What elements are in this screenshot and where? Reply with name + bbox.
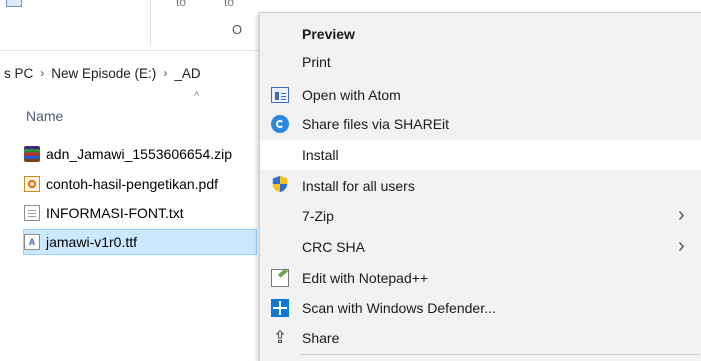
chevron-right-icon[interactable]: › — [37, 66, 47, 80]
breadcrumb-this-pc[interactable]: s PC — [0, 66, 37, 81]
menu-item-label: CRC SHA — [302, 239, 366, 255]
menu-item-install-all-users[interactable]: Install for all users — [260, 171, 701, 201]
atom-icon — [271, 87, 289, 103]
pdf-icon — [24, 176, 40, 192]
ribbon-cut-label[interactable]: to — [224, 0, 234, 10]
menu-separator — [300, 354, 700, 355]
notepad-plus-plus-icon — [271, 269, 289, 287]
ribbon-button-icon[interactable] — [6, 0, 22, 7]
menu-item-label: Preview — [302, 26, 355, 42]
menu-item-label: Install for all users — [302, 178, 415, 194]
menu-item-scan-defender[interactable]: Scan with Windows Defender... — [260, 293, 701, 323]
menu-item-share[interactable]: ⇪ Share — [260, 323, 701, 353]
menu-item-crc-sha[interactable]: CRC SHA › — [260, 232, 701, 262]
chevron-right-icon[interactable]: › — [160, 66, 170, 80]
menu-item-share-via-shareit[interactable]: Share files via SHAREit — [260, 109, 701, 139]
text-file-icon — [24, 205, 40, 221]
menu-item-label: Share files via SHAREit — [302, 116, 450, 132]
menu-item-label: Edit with Notepad++ — [302, 270, 429, 286]
file-row-zip[interactable]: adn_Jamawi_1553606654.zip — [24, 142, 264, 166]
ribbon-divider — [150, 0, 151, 46]
context-menu: Preview Print Open with Atom Share files… — [259, 12, 701, 361]
font-file-icon: A — [24, 234, 40, 250]
file-name: INFORMASI-FONT.txt — [46, 205, 184, 221]
breadcrumb[interactable]: s PC › New Episode (E:) › _AD — [0, 62, 270, 84]
ribbon-cut-label[interactable]: to — [176, 0, 186, 10]
windows-defender-icon — [271, 299, 289, 317]
ribbon-group-label: O — [232, 22, 243, 37]
breadcrumb-folder[interactable]: _AD — [170, 66, 204, 81]
file-row-pdf[interactable]: contoh-hasil-pengetikan.pdf — [24, 172, 264, 196]
file-name: contoh-hasil-pengetikan.pdf — [46, 176, 219, 192]
shareit-icon — [271, 115, 289, 133]
menu-item-preview[interactable]: Preview — [260, 19, 701, 49]
menu-item-install[interactable]: Install — [260, 140, 701, 170]
menu-item-print[interactable]: Print — [260, 47, 701, 77]
file-row-ttf-selected[interactable]: A jamawi-v1r0.ttf — [23, 229, 257, 255]
menu-item-label: Install — [302, 147, 339, 163]
share-icon: ⇪ — [272, 328, 288, 347]
breadcrumb-drive[interactable]: New Episode (E:) — [47, 66, 160, 81]
winrar-archive-icon — [24, 146, 40, 162]
file-row-txt[interactable]: INFORMASI-FONT.txt — [24, 201, 264, 225]
column-header-name[interactable]: Name — [26, 108, 63, 124]
uac-shield-icon — [272, 175, 288, 193]
menu-item-7zip[interactable]: 7-Zip › — [260, 201, 701, 231]
menu-item-edit-notepadpp[interactable]: Edit with Notepad++ — [260, 263, 701, 293]
submenu-arrow-icon: › — [678, 235, 685, 257]
menu-item-label: Share — [302, 330, 340, 346]
menu-item-open-with-atom[interactable]: Open with Atom — [260, 80, 701, 110]
menu-item-label: Print — [302, 54, 331, 70]
file-name: jamawi-v1r0.ttf — [46, 234, 138, 250]
menu-item-label: Open with Atom — [302, 87, 401, 103]
sort-ascending-icon: ^ — [194, 90, 200, 102]
menu-item-label: Scan with Windows Defender... — [302, 300, 496, 316]
submenu-arrow-icon: › — [678, 204, 685, 226]
menu-item-label: 7-Zip — [302, 208, 334, 224]
file-name: adn_Jamawi_1553606654.zip — [46, 146, 233, 162]
